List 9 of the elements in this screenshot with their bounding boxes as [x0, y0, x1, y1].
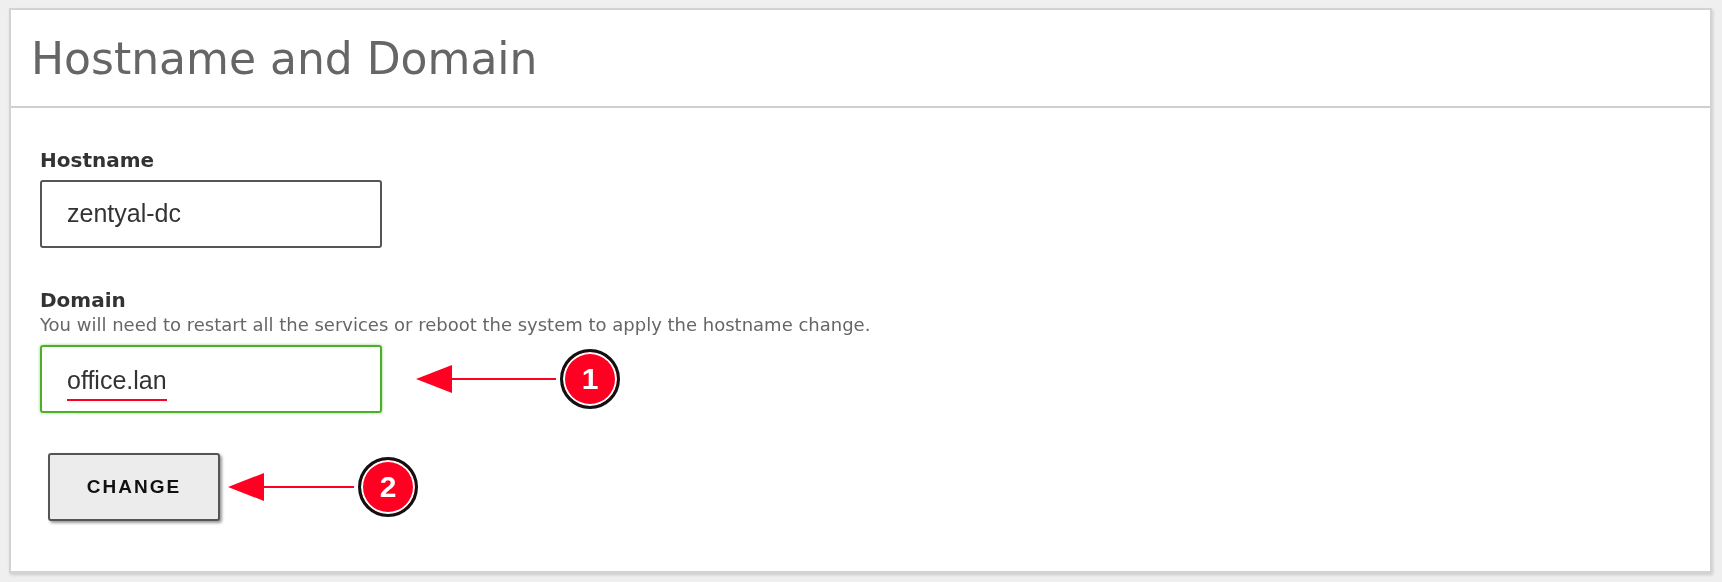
help-text: You will need to restart all the services or reboot the system to apply the hostname change.: [40, 314, 872, 335]
change-button[interactable]: CHANGE: [48, 453, 220, 521]
field-label: Hostname: [40, 148, 156, 172]
input-field[interactable]: office.lan: [40, 345, 382, 413]
callout-number: 1: [560, 349, 620, 409]
callout-number: 2: [358, 457, 418, 517]
panel-title: Hostname and Domain: [31, 32, 538, 84]
input-field[interactable]: zentyal-dc: [40, 180, 382, 248]
field-label: Domain: [40, 288, 127, 312]
